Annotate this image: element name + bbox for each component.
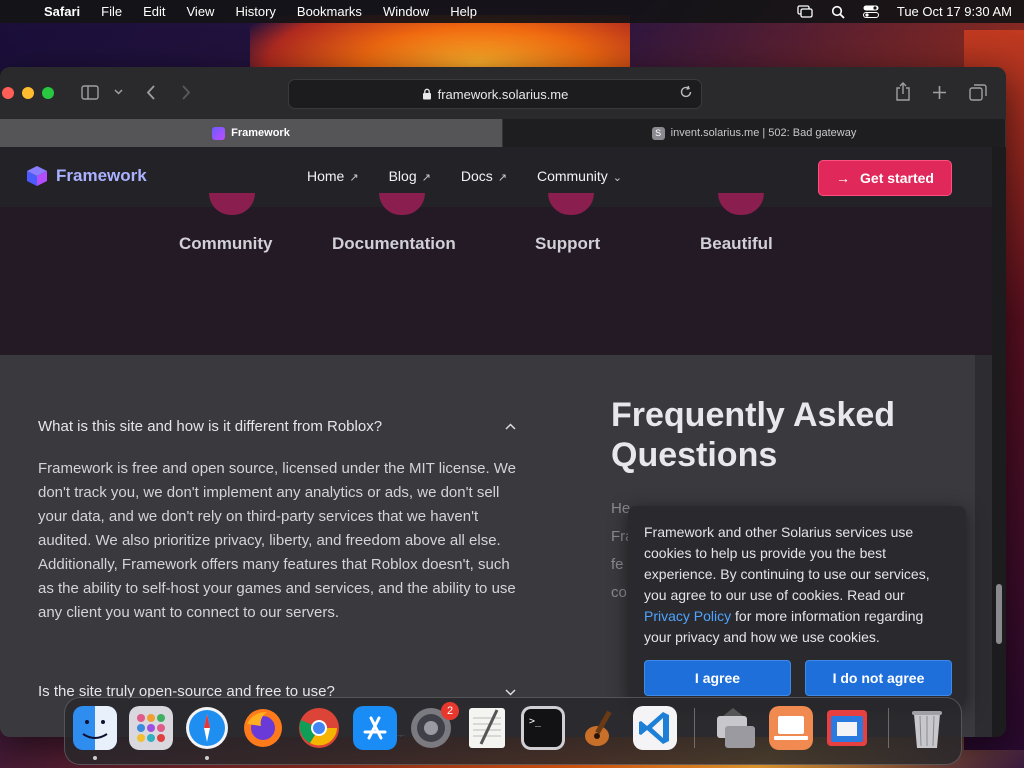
faq-answer-1: Framework is free and open source, licen… — [38, 460, 517, 621]
tab-overview-icon[interactable] — [969, 84, 987, 101]
back-arrow-icon[interactable] — [146, 85, 156, 100]
dock-separator — [694, 708, 695, 748]
garageband-icon[interactable] — [577, 706, 621, 750]
tab-invent[interactable]: S invent.solarius.me | 502: Bad gateway — [503, 119, 1006, 147]
running-indicator — [205, 756, 209, 760]
tab-label: Framework — [231, 127, 290, 139]
browser-toolbar: framework.solarius.me — [0, 67, 1006, 119]
feature-icon-circle — [548, 193, 594, 215]
get-started-button[interactable]: → Get started — [818, 160, 952, 196]
framework-cube-icon — [27, 166, 47, 186]
cookie-banner: Framework and other Solarius services us… — [628, 506, 966, 706]
site-logo[interactable]: Framework — [26, 165, 147, 187]
disagree-button[interactable]: I do not agree — [805, 660, 952, 696]
feature-icon-circle — [379, 193, 425, 215]
menu-clock[interactable]: Tue Oct 17 9:30 AM — [897, 4, 1012, 19]
new-tab-icon[interactable] — [932, 85, 947, 100]
privacy-policy-link[interactable]: Privacy Policy — [644, 608, 731, 624]
feature-support: Support — [535, 234, 601, 253]
terminal-icon[interactable]: >_ — [521, 706, 565, 750]
external-link-icon: ↗ — [497, 172, 507, 184]
nav-blog-label: Blog — [388, 168, 417, 184]
safari-icon[interactable] — [185, 706, 229, 750]
feature-icon-circle — [718, 193, 764, 215]
notification-badge: 2 — [441, 702, 459, 720]
chevron-down-icon[interactable] — [505, 689, 516, 696]
menu-file[interactable]: File — [101, 4, 122, 19]
launchpad-icon[interactable] — [129, 706, 173, 750]
feature-documentation: Documentation — [332, 234, 456, 253]
menu-view[interactable]: View — [187, 4, 215, 19]
framework-favicon-icon — [212, 126, 226, 140]
screen-mirroring-icon[interactable] — [797, 5, 813, 18]
laptop-app-icon[interactable] — [769, 706, 813, 750]
migration-assistant-icon[interactable] — [713, 706, 757, 750]
menu-edit[interactable]: Edit — [143, 4, 165, 19]
textedit-icon[interactable] — [465, 706, 509, 750]
feature-beautiful: Beautiful — [700, 234, 773, 253]
tab-bar: Framework S invent.solarius.me | 502: Ba… — [0, 119, 1006, 147]
trash-icon[interactable] — [905, 706, 949, 750]
faq-title: Frequently Asked Questions — [611, 395, 895, 475]
sidebar-toggle-icon[interactable] — [81, 85, 99, 100]
menu-bar: Safari File Edit View History Bookmarks … — [0, 0, 1024, 23]
spotlight-search-icon[interactable] — [831, 5, 845, 19]
menu-history[interactable]: History — [235, 4, 275, 19]
menu-help[interactable]: Help — [450, 4, 477, 19]
share-icon[interactable] — [895, 82, 911, 101]
feature-icon-circle — [209, 193, 255, 215]
chevron-down-icon: ⌄ — [612, 172, 622, 184]
tab-label: invent.solarius.me | 502: Bad gateway — [670, 127, 857, 139]
remote-desktop-icon[interactable] — [825, 706, 869, 750]
nav-community-label: Community — [536, 168, 608, 184]
url-text: framework.solarius.me — [437, 86, 569, 102]
solarius-favicon-icon: S — [651, 126, 665, 140]
get-started-label: Get started — [860, 170, 934, 186]
scrollbar[interactable] — [992, 147, 1006, 737]
external-link-icon: ↗ — [349, 172, 359, 184]
feature-community: Community — [179, 234, 273, 253]
dock-separator — [888, 708, 889, 748]
cookie-text-main: Framework and other Solarius services us… — [644, 524, 930, 603]
running-indicator — [93, 756, 97, 760]
minimize-window-button[interactable] — [22, 87, 34, 99]
agree-button[interactable]: I agree — [644, 660, 791, 696]
firefox-icon[interactable] — [241, 706, 285, 750]
chevron-down-icon[interactable] — [114, 89, 123, 95]
menu-app-name[interactable]: Safari — [44, 4, 80, 19]
reload-icon[interactable] — [679, 85, 693, 99]
cookie-text: Framework and other Solarius services us… — [644, 522, 954, 648]
site-navbar: Framework Home ↗ Blog ↗ Docs ↗ Community ⌄ →… — [0, 147, 992, 208]
faq-title-line1: Frequently Asked — [611, 396, 896, 434]
external-link-icon: ↗ — [421, 172, 431, 184]
nav-home-label: Home — [307, 168, 345, 184]
tab-framework[interactable]: Framework — [0, 119, 503, 147]
chevron-up-icon[interactable] — [505, 423, 516, 430]
svg-text:>_: >_ — [529, 716, 542, 727]
scrollbar-thumb[interactable] — [996, 584, 1002, 644]
dock: 2 >_ — [64, 697, 962, 765]
finder-icon[interactable] — [73, 706, 117, 750]
zoom-window-button[interactable] — [42, 87, 54, 99]
app-store-icon[interactable] — [353, 706, 397, 750]
faq-question-1[interactable]: What is this site and how is it differen… — [38, 418, 382, 435]
brand-name: Framework — [56, 166, 147, 185]
close-window-button[interactable] — [2, 87, 14, 99]
features-section: Community Documentation Support Beautifu… — [0, 193, 992, 355]
nav-docs-label: Docs — [460, 168, 493, 184]
menu-bookmarks[interactable]: Bookmarks — [297, 4, 362, 19]
forward-arrow-icon[interactable] — [181, 85, 191, 100]
faq-title-line2: Questions — [611, 436, 778, 474]
nav-docs[interactable]: Docs ↗ — [461, 168, 507, 184]
vscode-icon[interactable] — [633, 706, 677, 750]
address-bar[interactable]: framework.solarius.me — [288, 79, 702, 109]
lock-icon — [422, 88, 431, 100]
chrome-icon[interactable] — [297, 706, 341, 750]
nav-community[interactable]: Community ⌄ — [537, 168, 622, 184]
nav-home[interactable]: Home ↗ — [307, 168, 359, 184]
menu-window[interactable]: Window — [383, 4, 429, 19]
arrow-right-icon: → — [836, 170, 851, 186]
control-center-icon[interactable] — [862, 5, 879, 18]
nav-blog[interactable]: Blog ↗ — [389, 168, 431, 184]
